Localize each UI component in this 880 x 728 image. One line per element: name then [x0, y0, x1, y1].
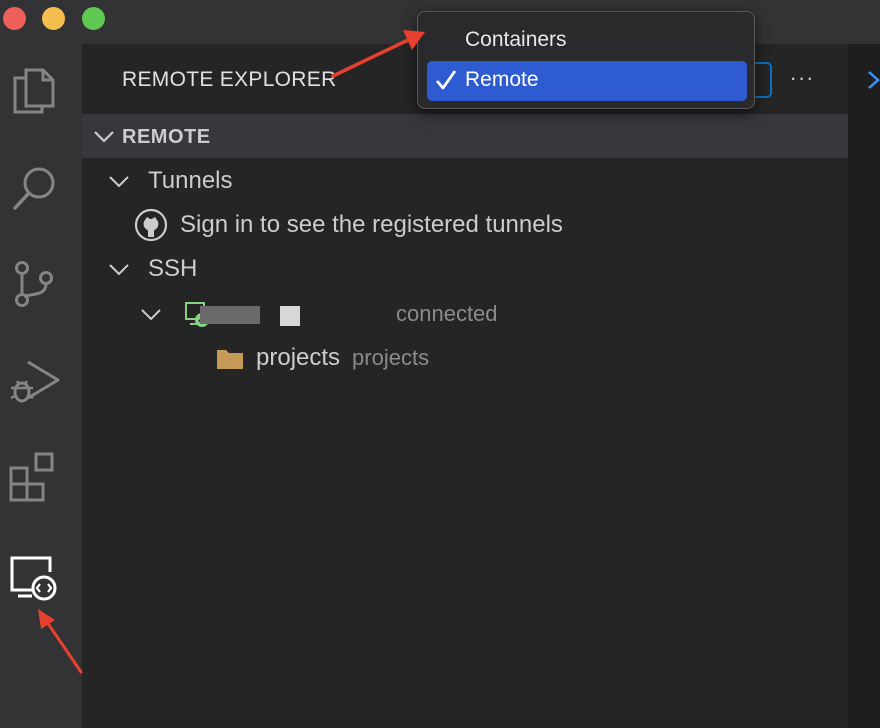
chevron-down-icon: [109, 176, 129, 188]
folder-icon: [217, 350, 243, 369]
window-minimize-button[interactable]: [42, 7, 65, 30]
folder-path: projects: [352, 345, 430, 370]
panel-title: REMOTE EXPLORER: [122, 68, 337, 91]
run-debug-icon[interactable]: [6, 354, 62, 410]
dropdown-item-label: Containers: [465, 28, 567, 51]
section-title: REMOTE: [122, 126, 211, 148]
explorer-icon[interactable]: [6, 60, 62, 116]
dropdown-item-remote[interactable]: Remote: [427, 61, 747, 101]
tree-item-ssh[interactable]: SSH: [106, 247, 197, 291]
redacted-host-name: [200, 306, 260, 324]
chevron-down-icon: [109, 264, 129, 276]
dropdown-item-label: Remote: [465, 68, 539, 91]
tree-item-projects[interactable]: projects projects: [216, 336, 429, 380]
editor-area: [848, 44, 880, 728]
ssh-label: SSH: [148, 255, 198, 282]
remote-explorer-icon[interactable]: [6, 548, 62, 604]
tree-item-tunnels[interactable]: Tunnels: [106, 159, 233, 203]
activity-bar: [0, 38, 82, 728]
chevron-down-icon: [141, 309, 161, 321]
extensions-icon[interactable]: [6, 450, 62, 506]
github-icon: [134, 208, 168, 242]
remote-section-header[interactable]: REMOTE: [82, 114, 848, 158]
sign-in-tunnels-label: Sign in to see the registered tunnels: [180, 211, 563, 238]
remote-type-dropdown: Containers Remote: [417, 11, 755, 109]
chevron-down-icon: [94, 131, 114, 143]
window-close-button[interactable]: [3, 7, 26, 30]
remote-explorer-panel: REMOTE EXPLORER ··· REMOTE Tunnels Sign …: [82, 44, 848, 728]
tree-item-sign-in[interactable]: Sign in to see the registered tunnels: [134, 203, 563, 247]
host-status: connected: [396, 301, 498, 326]
redacted-host-name: [280, 306, 300, 326]
tunnels-label: Tunnels: [148, 167, 233, 194]
source-control-icon[interactable]: [6, 256, 62, 312]
chevron-right-icon[interactable]: [864, 68, 880, 92]
more-actions-button[interactable]: ···: [787, 60, 817, 96]
dropdown-item-containers[interactable]: Containers: [427, 21, 747, 61]
window-maximize-button[interactable]: [82, 7, 105, 30]
search-icon[interactable]: [6, 158, 62, 214]
checkmark-icon: [435, 70, 457, 90]
folder-label: projects: [256, 344, 341, 371]
